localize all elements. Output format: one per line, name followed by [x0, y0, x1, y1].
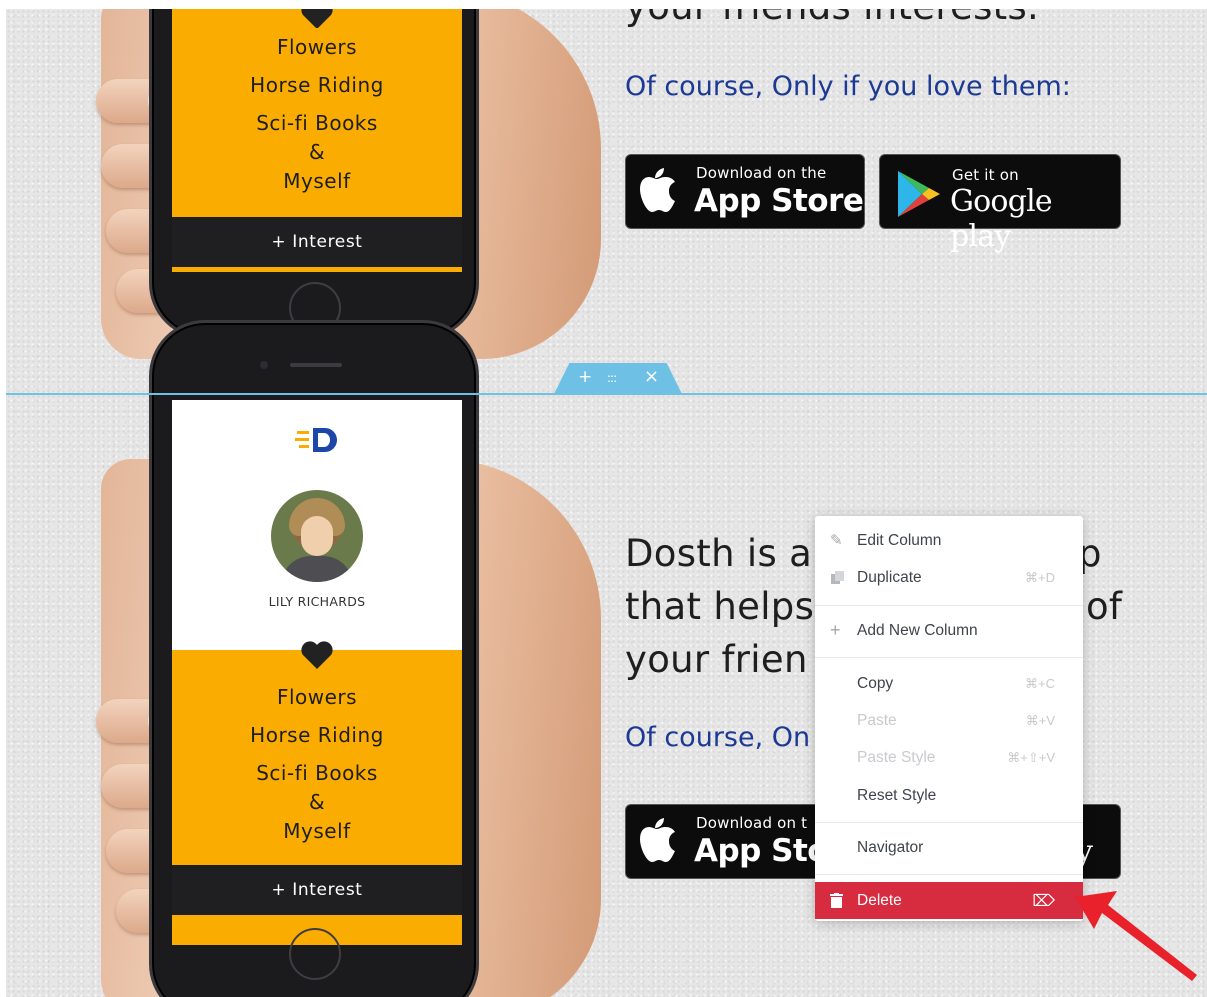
- add-interest-button[interactable]: + Interest: [172, 865, 462, 915]
- drag-section-handle[interactable]: :::: [607, 371, 617, 385]
- phone-screen: LILY RICHARDS Flowers Horse Riding Sci-f…: [172, 400, 462, 945]
- menu-item-add-new-column[interactable]: + Add New Column: [815, 612, 1083, 649]
- menu-item-navigator[interactable]: Navigator: [815, 829, 1083, 866]
- phone-screen: Flowers Horse Riding Sci-fi Books & Myse…: [172, 9, 462, 272]
- menu-separator: [815, 657, 1083, 658]
- pencil-icon: ✎: [830, 532, 843, 549]
- context-menu: ✎ Edit Column Duplicate ⌘+D + Add New Co…: [815, 516, 1083, 921]
- interest-item: &: [308, 790, 326, 814]
- phone-top: Flowers Horse Riding Sci-fi Books & Myse…: [149, 9, 479, 339]
- menu-item-copy[interactable]: Copy ⌘+C: [815, 665, 1083, 702]
- plus-icon: +: [830, 620, 841, 640]
- app-store-badge[interactable]: Download on the App Store: [625, 154, 865, 229]
- badge-small-text: Download on the: [696, 164, 827, 182]
- heading-line: that helps: [625, 585, 815, 628]
- interest-item: Myself: [283, 169, 351, 193]
- menu-item-edit-column[interactable]: ✎ Edit Column: [815, 522, 1083, 559]
- avatar: [271, 490, 363, 582]
- app-logo-icon: [295, 425, 339, 455]
- interest-item: Myself: [283, 819, 351, 843]
- camera-dot: [260, 361, 268, 369]
- top-heading: your friends interests.: [625, 9, 1039, 28]
- interest-item: Horse Riding: [250, 73, 384, 97]
- page-canvas: Flowers Horse Riding Sci-fi Books & Myse…: [6, 9, 1207, 997]
- google-play-icon: [898, 171, 940, 217]
- badge-small-text: Download on t: [696, 814, 808, 832]
- badge-big-text: App Store: [694, 183, 864, 219]
- phone-bottom: LILY RICHARDS Flowers Horse Riding Sci-f…: [149, 320, 479, 997]
- interest-item: Sci-fi Books: [256, 761, 378, 785]
- badge-big-text: Google play: [950, 184, 1053, 254]
- heading-line: Dosth is a: [625, 532, 813, 575]
- delete-key-icon: ⌦: [1032, 893, 1055, 910]
- heading-line: of: [1086, 585, 1123, 628]
- menu-item-paste-style[interactable]: Paste Style ⌘+⇧+V: [815, 739, 1083, 776]
- badge-big-text: App Sto: [694, 833, 829, 869]
- interest-item: Horse Riding: [250, 723, 384, 747]
- heart-icon: [300, 640, 334, 670]
- top-subtitle: Of course, Only if you love them:: [625, 71, 1071, 102]
- trash-icon: [830, 893, 845, 908]
- interest-list: Flowers Horse Riding Sci-fi Books & Myse…: [172, 678, 462, 850]
- interest-item: Flowers: [276, 35, 358, 59]
- heart-icon: [300, 9, 334, 30]
- apple-icon: [640, 818, 675, 862]
- section-handle: + ::: ×: [554, 363, 682, 394]
- badge-small-text: Get it on: [952, 166, 1019, 184]
- speaker-slot: [290, 363, 342, 367]
- screenshot: Flowers Horse Riding Sci-fi Books & Myse…: [0, 0, 1207, 997]
- duplicate-icon: [830, 570, 845, 585]
- interest-item: Sci-fi Books: [256, 111, 378, 135]
- menu-separator: [815, 605, 1083, 606]
- google-play-badge[interactable]: Get it on Google play: [879, 154, 1121, 254]
- menu-item-paste[interactable]: Paste ⌘+V: [815, 702, 1083, 739]
- apple-icon: [640, 168, 675, 212]
- interest-item: Flowers: [276, 685, 358, 709]
- add-interest-button[interactable]: + Interest: [172, 217, 462, 267]
- close-section-button[interactable]: ×: [644, 366, 659, 387]
- bottom-subtitle: Of course, On: [625, 722, 811, 753]
- home-button: [289, 928, 341, 980]
- interest-list: Flowers Horse Riding Sci-fi Books & Myse…: [172, 28, 462, 200]
- menu-item-delete[interactable]: Delete ⌦: [815, 882, 1083, 919]
- menu-item-reset-style[interactable]: Reset Style: [815, 777, 1083, 814]
- red-arrow-icon: [1075, 891, 1197, 981]
- interest-item: &: [308, 140, 326, 164]
- heading-line: your frien: [625, 638, 808, 681]
- menu-item-duplicate[interactable]: Duplicate ⌘+D: [815, 559, 1083, 596]
- add-section-button[interactable]: +: [578, 367, 592, 387]
- user-name: LILY RICHARDS: [268, 594, 366, 609]
- menu-separator: [815, 822, 1083, 823]
- menu-separator: [815, 874, 1083, 875]
